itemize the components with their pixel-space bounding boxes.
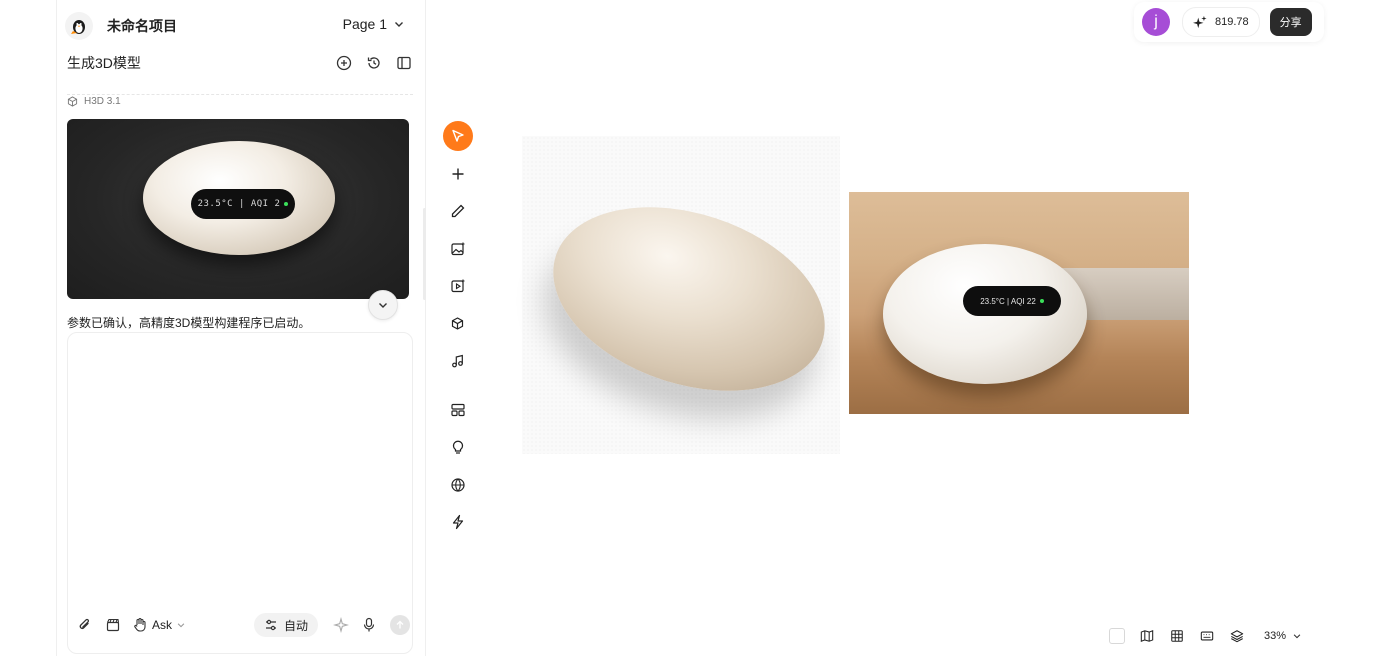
background-color-button[interactable] — [1108, 627, 1126, 645]
pebble-render — [529, 174, 849, 424]
model-preview-image[interactable]: 23.5°C | AQI 2 — [67, 119, 409, 299]
arrow-up-icon — [396, 620, 404, 629]
page-label: Page 1 — [342, 16, 387, 32]
top-toolbar: j 819.78 分享 — [1134, 2, 1324, 42]
canvas-image-pebble-3d[interactable] — [522, 136, 849, 454]
chevron-down-icon — [395, 22, 403, 27]
plus-circle-icon — [336, 55, 352, 71]
mode-selector[interactable]: Ask — [132, 617, 186, 633]
panel-subheader: 生成3D模型 — [67, 50, 413, 76]
panel-heading: 生成3D模型 — [67, 55, 141, 71]
mode-label: Ask — [152, 618, 173, 632]
grid-button[interactable] — [1168, 627, 1186, 645]
globe-tool[interactable] — [443, 470, 473, 500]
model-3d-icon — [451, 317, 464, 330]
model-tag-label: H3D 3.1 — [84, 96, 121, 107]
magic-button[interactable] — [332, 616, 350, 634]
attach-button[interactable] — [76, 616, 94, 634]
lightning-icon — [452, 514, 464, 530]
video-gen-icon — [451, 279, 465, 293]
grid-icon — [1171, 630, 1183, 642]
video-gen-tool[interactable] — [443, 271, 473, 301]
pebble-device: 23.5°C | AQI 2 — [143, 141, 335, 255]
share-button[interactable]: 分享 — [1269, 8, 1312, 36]
divider — [67, 94, 413, 95]
device-photo-screen: 23.5°C | AQI 22 — [963, 286, 1061, 316]
user-avatar[interactable]: j — [1142, 8, 1170, 36]
pen-icon — [451, 204, 465, 218]
map-icon — [1140, 629, 1154, 643]
pebble-device-photo: 23.5°C | AQI 22 — [883, 244, 1087, 384]
composer-toolbar: Ask 自动 — [76, 613, 410, 637]
penguin-logo-icon — [71, 20, 85, 34]
image-gen-icon — [451, 242, 465, 256]
toggle-sidebar-button[interactable] — [395, 54, 413, 72]
select-tool[interactable] — [443, 121, 473, 151]
layers-button[interactable] — [1228, 627, 1246, 645]
status-dot — [284, 202, 289, 206]
sidebar-icon — [397, 56, 411, 70]
project-header: 未命名项目 Page 1 — [65, 10, 419, 42]
composer: Ask 自动 — [67, 332, 413, 654]
image-gen-tool[interactable] — [443, 234, 473, 264]
paperclip-icon — [79, 618, 90, 630]
color-swatch — [1109, 628, 1125, 644]
project-title[interactable]: 未命名项目 — [107, 16, 177, 36]
history-button[interactable] — [365, 54, 383, 72]
pen-tool[interactable] — [443, 196, 473, 226]
layout-tool[interactable] — [443, 395, 473, 425]
chevron-down-icon — [177, 623, 185, 628]
clapper-button[interactable] — [104, 616, 122, 634]
new-chat-button[interactable] — [335, 54, 353, 72]
history-icon — [367, 57, 380, 69]
minimap-button[interactable] — [1138, 627, 1156, 645]
device-screen-text: 23.5°C | AQI 2 — [197, 199, 281, 209]
quick-tool[interactable] — [443, 507, 473, 537]
page-selector[interactable]: Page 1 — [343, 16, 405, 32]
status-dot — [1039, 299, 1044, 303]
device-photo-screen-text: 23.5°C | AQI 22 — [980, 296, 1036, 306]
app-logo[interactable] — [65, 12, 93, 40]
cube-icon — [67, 96, 78, 107]
music-tool[interactable] — [443, 346, 473, 376]
sparkle-icon — [333, 617, 349, 633]
idea-tool[interactable] — [443, 432, 473, 462]
auto-label: 自动 — [283, 618, 308, 633]
zoom-selector[interactable]: 33% — [1264, 630, 1302, 642]
bottom-toolbar: 33% — [1108, 627, 1302, 645]
sparkle-icon — [1193, 15, 1207, 29]
hand-icon — [134, 617, 146, 632]
model-tag: H3D 3.1 — [67, 96, 121, 107]
chevron-down-icon — [379, 303, 387, 308]
voice-button[interactable] — [360, 616, 378, 634]
layout-icon — [451, 403, 465, 417]
globe-icon — [451, 478, 465, 492]
sliders-icon — [265, 619, 276, 631]
music-icon — [452, 354, 463, 368]
chat-panel: 未命名项目 Page 1 生成3D模型 H3D 3.1 23.5°C | AQI — [56, 0, 426, 656]
send-button[interactable] — [390, 615, 410, 635]
clapperboard-icon — [106, 618, 120, 632]
status-message: 参数已确认，高精度3D模型构建程序已启动。 — [67, 316, 311, 330]
chevron-down-icon — [1293, 634, 1301, 639]
canvas-image-device-photo[interactable]: 23.5°C | AQI 22 — [849, 192, 1189, 414]
layers-icon — [1230, 630, 1244, 643]
add-icon — [452, 168, 464, 180]
model-3d-tool[interactable] — [443, 309, 473, 339]
microphone-icon — [363, 617, 375, 632]
prompt-input[interactable] — [76, 341, 408, 605]
credits-button[interactable]: 819.78 — [1182, 7, 1260, 37]
device-screen: 23.5°C | AQI 2 — [191, 189, 295, 219]
scroll-to-bottom-button[interactable] — [368, 290, 398, 320]
add-tool[interactable] — [443, 159, 473, 189]
select-icon — [452, 129, 464, 142]
auto-settings-chip[interactable]: 自动 — [253, 613, 318, 637]
keyboard-shortcuts-button[interactable] — [1198, 627, 1216, 645]
keyboard-icon — [1200, 631, 1214, 641]
scrollbar[interactable] — [423, 208, 426, 300]
zoom-level: 33% — [1264, 630, 1287, 642]
credits-value: 819.78 — [1215, 16, 1249, 28]
lightbulb-icon — [452, 440, 464, 454]
